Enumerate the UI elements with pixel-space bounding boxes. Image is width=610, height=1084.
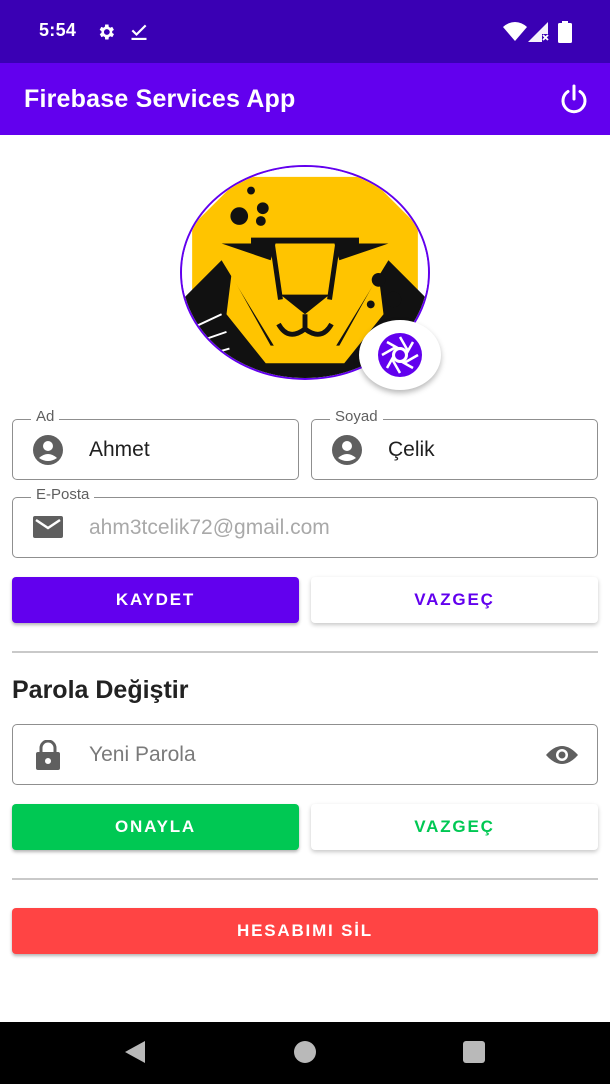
first-name-label: Ad (31, 408, 60, 425)
battery-icon (558, 21, 572, 43)
email-label: E-Posta (31, 486, 95, 503)
first-name-field[interactable]: Ad Ahmet (12, 408, 299, 480)
last-name-value: Çelik (388, 437, 435, 461)
back-icon[interactable] (123, 1039, 147, 1065)
recents-icon[interactable] (463, 1041, 485, 1063)
new-password-placeholder: Yeni Parola (89, 742, 196, 766)
new-password-field[interactable]: Yeni Parola (12, 724, 598, 785)
app-title: Firebase Services App (24, 85, 296, 113)
account-circle-icon (33, 434, 63, 465)
status-time: 5:54 (39, 20, 77, 40)
eye-icon[interactable] (545, 744, 579, 766)
save-button[interactable]: KAYDET (12, 577, 299, 623)
wifi-icon (503, 22, 527, 41)
email-field[interactable]: E-Posta ahm3tcelik72@gmail.com (12, 486, 598, 558)
home-icon[interactable] (294, 1041, 316, 1063)
signal-icon (528, 22, 549, 42)
delete-account-button[interactable]: HESABIMI SİL (12, 908, 598, 954)
gear-icon (99, 24, 114, 40)
status-bar: 5:54 (0, 0, 610, 63)
last-name-field[interactable]: Soyad Çelik (311, 408, 598, 480)
lock-icon (36, 739, 60, 770)
app-bar: Firebase Services App (0, 63, 610, 135)
system-nav-bar (0, 1022, 610, 1084)
last-name-label: Soyad (330, 408, 383, 425)
change-photo-button[interactable] (359, 320, 441, 390)
confirm-password-button[interactable]: ONAYLA (12, 804, 299, 850)
cancel-profile-button[interactable]: VAZGEÇ (311, 577, 598, 623)
email-placeholder: ahm3tcelik72@gmail.com (89, 515, 330, 539)
account-circle-icon (332, 434, 362, 465)
download-done-icon (131, 24, 147, 40)
divider (12, 878, 598, 880)
cancel-password-button[interactable]: VAZGEÇ (311, 804, 598, 850)
change-password-title: Parola Değiştir (12, 676, 189, 704)
power-icon[interactable] (556, 82, 592, 118)
camera-shutter-icon (378, 333, 422, 377)
mail-icon (33, 515, 63, 538)
divider (12, 651, 598, 653)
first-name-value: Ahmet (89, 437, 150, 461)
